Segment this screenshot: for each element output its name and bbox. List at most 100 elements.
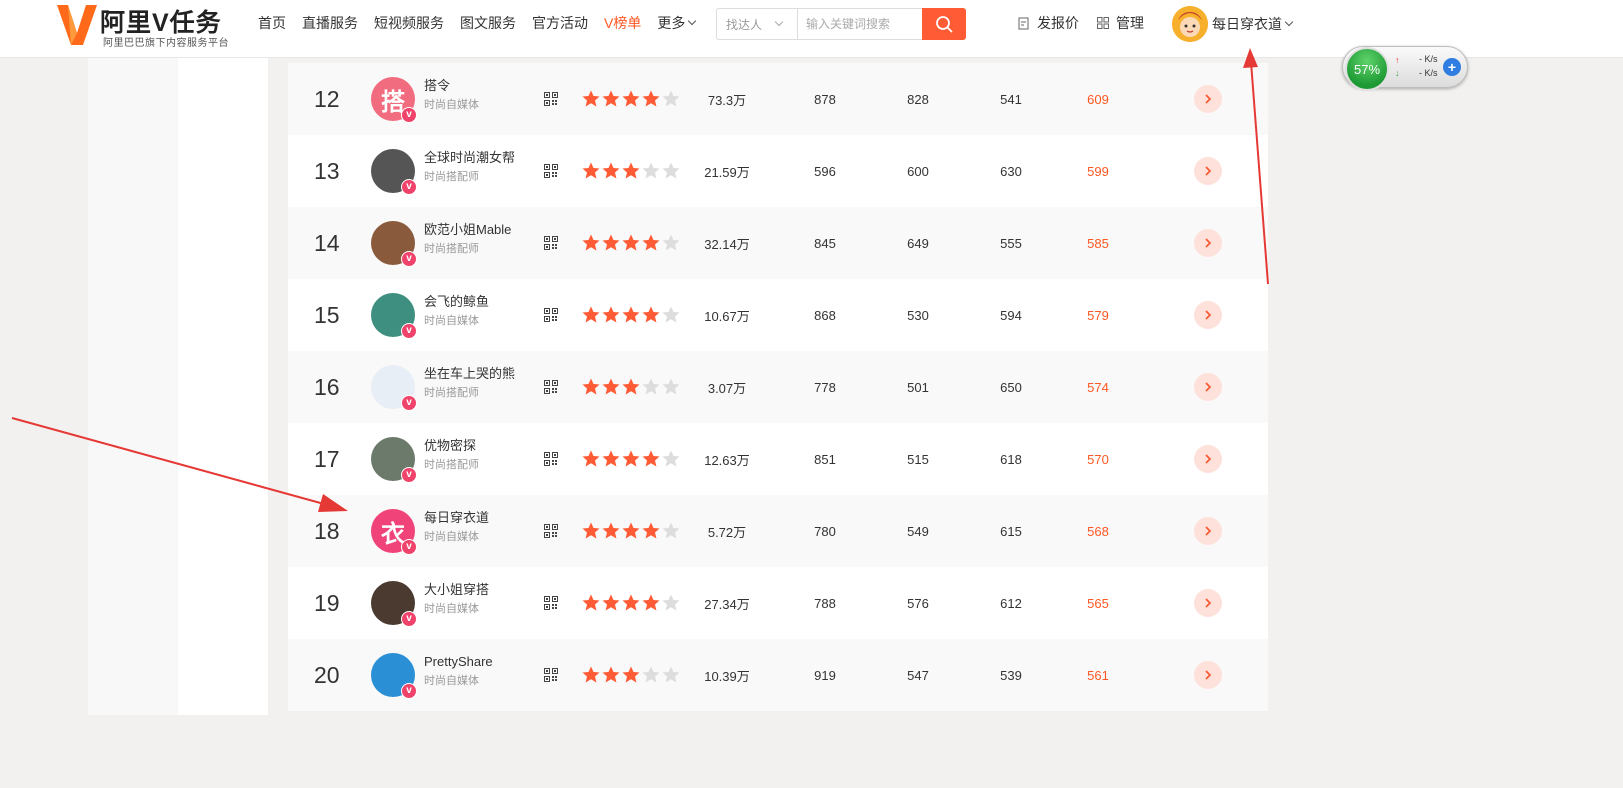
metric-3: 630 bbox=[1000, 163, 1022, 179]
view-detail-button[interactable] bbox=[1194, 157, 1222, 185]
cartoon-avatar-icon bbox=[1172, 6, 1208, 42]
metric-2: 649 bbox=[907, 235, 929, 251]
metric-1: 788 bbox=[814, 595, 836, 611]
view-detail-button[interactable] bbox=[1194, 661, 1222, 689]
qr-code-icon[interactable] bbox=[544, 567, 558, 639]
network-speed-widget[interactable]: 57% ↑ - K/s ↓ - K/s + bbox=[1342, 46, 1468, 91]
account-avatar[interactable]: v bbox=[371, 221, 417, 267]
table-row[interactable]: 12 搭 v 搭令 时尚自媒体 73.3万 878 828 541 609 bbox=[288, 63, 1268, 135]
view-detail-button[interactable] bbox=[1194, 589, 1222, 617]
total-score: 565 bbox=[1087, 595, 1109, 611]
account-name[interactable]: 优物密探 bbox=[424, 436, 479, 456]
view-detail-button[interactable] bbox=[1194, 445, 1222, 473]
account-avatar[interactable]: v bbox=[371, 149, 417, 195]
qr-code-icon bbox=[544, 308, 558, 322]
total-score: 609 bbox=[1087, 91, 1109, 107]
view-detail-button[interactable] bbox=[1194, 229, 1222, 257]
star-filled-icon bbox=[602, 450, 620, 467]
account-name[interactable]: PrettyShare bbox=[424, 652, 493, 672]
nav-v-ranking[interactable]: V榜单 bbox=[604, 13, 641, 33]
user-menu[interactable]: 每日穿衣道 bbox=[1172, 6, 1294, 42]
qr-code-icon bbox=[544, 164, 558, 178]
qr-code-icon[interactable] bbox=[544, 423, 558, 495]
account-info: 搭令 时尚自媒体 bbox=[424, 76, 479, 114]
account-info: 欧范小姐Mable 时尚搭配师 bbox=[424, 220, 511, 258]
star-filled-icon bbox=[582, 306, 600, 323]
account-name[interactable]: 会飞的鲸鱼 bbox=[424, 292, 489, 312]
fans-count: 73.3万 bbox=[707, 92, 747, 108]
search-type-select[interactable]: 找达人 bbox=[717, 9, 798, 39]
rank-number: 20 bbox=[314, 661, 340, 688]
table-row[interactable]: 17 v 优物密探 时尚搭配师 12.63万 851 515 618 570 bbox=[288, 423, 1268, 495]
account-avatar[interactable]: 搭 v bbox=[371, 77, 417, 123]
metric-3: 594 bbox=[1000, 307, 1022, 323]
table-row[interactable]: 18 衣 v 每日穿衣道 时尚自媒体 5.72万 780 549 615 568 bbox=[288, 495, 1268, 567]
nav-article[interactable]: 图文服务 bbox=[460, 13, 516, 33]
star-empty-icon bbox=[642, 162, 660, 179]
total-score: 561 bbox=[1087, 667, 1109, 683]
metric-1: 778 bbox=[814, 379, 836, 395]
qr-code-icon[interactable] bbox=[544, 63, 558, 135]
rank-number: 13 bbox=[314, 157, 340, 184]
account-name[interactable]: 坐在车上哭的熊 bbox=[424, 364, 515, 384]
account-name[interactable]: 每日穿衣道 bbox=[424, 508, 489, 528]
grid-icon bbox=[1097, 17, 1109, 29]
metric-1: 851 bbox=[814, 451, 836, 467]
account-category: 时尚自媒体 bbox=[424, 99, 479, 111]
search-button[interactable] bbox=[922, 8, 966, 40]
metric-2: 547 bbox=[907, 667, 929, 683]
star-filled-icon bbox=[602, 522, 620, 539]
account-avatar[interactable]: v bbox=[371, 365, 417, 411]
rank-number: 17 bbox=[314, 445, 340, 472]
star-empty-icon bbox=[662, 306, 680, 323]
manage-link[interactable]: 管理 bbox=[1097, 13, 1144, 33]
table-row[interactable]: 13 v 全球时尚潮女帮 时尚搭配师 21.59万 596 600 630 59… bbox=[288, 135, 1268, 207]
quote-link[interactable]: 发报价 bbox=[1018, 13, 1079, 33]
account-name[interactable]: 大小姐穿搭 bbox=[424, 580, 489, 600]
view-detail-button[interactable] bbox=[1194, 517, 1222, 545]
nav-home[interactable]: 首页 bbox=[258, 13, 286, 33]
nav-activity[interactable]: 官方活动 bbox=[532, 13, 588, 33]
metric-2: 501 bbox=[907, 379, 929, 395]
star-filled-icon bbox=[582, 666, 600, 683]
chevron-right-icon bbox=[1205, 526, 1212, 536]
nav-more[interactable]: 更多 bbox=[657, 13, 697, 33]
plus-icon[interactable]: + bbox=[1443, 58, 1461, 76]
search-input[interactable] bbox=[798, 9, 923, 39]
chevron-down-icon bbox=[688, 16, 697, 26]
qr-code-icon[interactable] bbox=[544, 279, 558, 351]
view-detail-button[interactable] bbox=[1194, 85, 1222, 113]
metric-1: 919 bbox=[814, 667, 836, 683]
qr-code-icon[interactable] bbox=[544, 495, 558, 567]
table-row[interactable]: 14 v 欧范小姐Mable 时尚搭配师 32.14万 845 649 555 … bbox=[288, 207, 1268, 279]
account-name[interactable]: 搭令 bbox=[424, 76, 479, 96]
view-detail-button[interactable] bbox=[1194, 301, 1222, 329]
table-row[interactable]: 20 v PrettyShare 时尚自媒体 10.39万 919 547 53… bbox=[288, 639, 1268, 711]
account-category: 时尚搭配师 bbox=[424, 171, 479, 183]
account-name[interactable]: 欧范小姐Mable bbox=[424, 220, 511, 240]
view-detail-button[interactable] bbox=[1194, 373, 1222, 401]
metric-2: 515 bbox=[907, 451, 929, 467]
account-avatar[interactable]: v bbox=[371, 437, 417, 483]
qr-code-icon[interactable] bbox=[544, 639, 558, 711]
account-avatar[interactable]: v bbox=[371, 293, 417, 339]
account-avatar[interactable]: 衣 v bbox=[371, 509, 417, 555]
account-name[interactable]: 全球时尚潮女帮 bbox=[424, 148, 515, 168]
table-row[interactable]: 16 v 坐在车上哭的熊 时尚搭配师 3.07万 778 501 650 574 bbox=[288, 351, 1268, 423]
metric-3: 618 bbox=[1000, 451, 1022, 467]
arrow-up-icon: ↑ bbox=[1395, 55, 1400, 65]
qr-code-icon[interactable] bbox=[544, 207, 558, 279]
metric-3: 541 bbox=[1000, 91, 1022, 107]
nav-short-video[interactable]: 短视频服务 bbox=[374, 13, 444, 33]
nav-live[interactable]: 直播服务 bbox=[302, 13, 358, 33]
metric-2: 530 bbox=[907, 307, 929, 323]
account-avatar[interactable]: v bbox=[371, 581, 417, 627]
table-row[interactable]: 19 v 大小姐穿搭 时尚自媒体 27.34万 788 576 612 565 bbox=[288, 567, 1268, 639]
account-avatar[interactable]: v bbox=[371, 653, 417, 699]
logo[interactable]: 阿里V任务 阿里巴巴旗下内容服务平台 bbox=[57, 3, 242, 49]
star-filled-icon bbox=[622, 378, 640, 395]
qr-code-icon[interactable] bbox=[544, 351, 558, 423]
qr-code-icon[interactable] bbox=[544, 135, 558, 207]
star-filled-icon bbox=[622, 522, 640, 539]
table-row[interactable]: 15 v 会飞的鲸鱼 时尚自媒体 10.67万 868 530 594 579 bbox=[288, 279, 1268, 351]
